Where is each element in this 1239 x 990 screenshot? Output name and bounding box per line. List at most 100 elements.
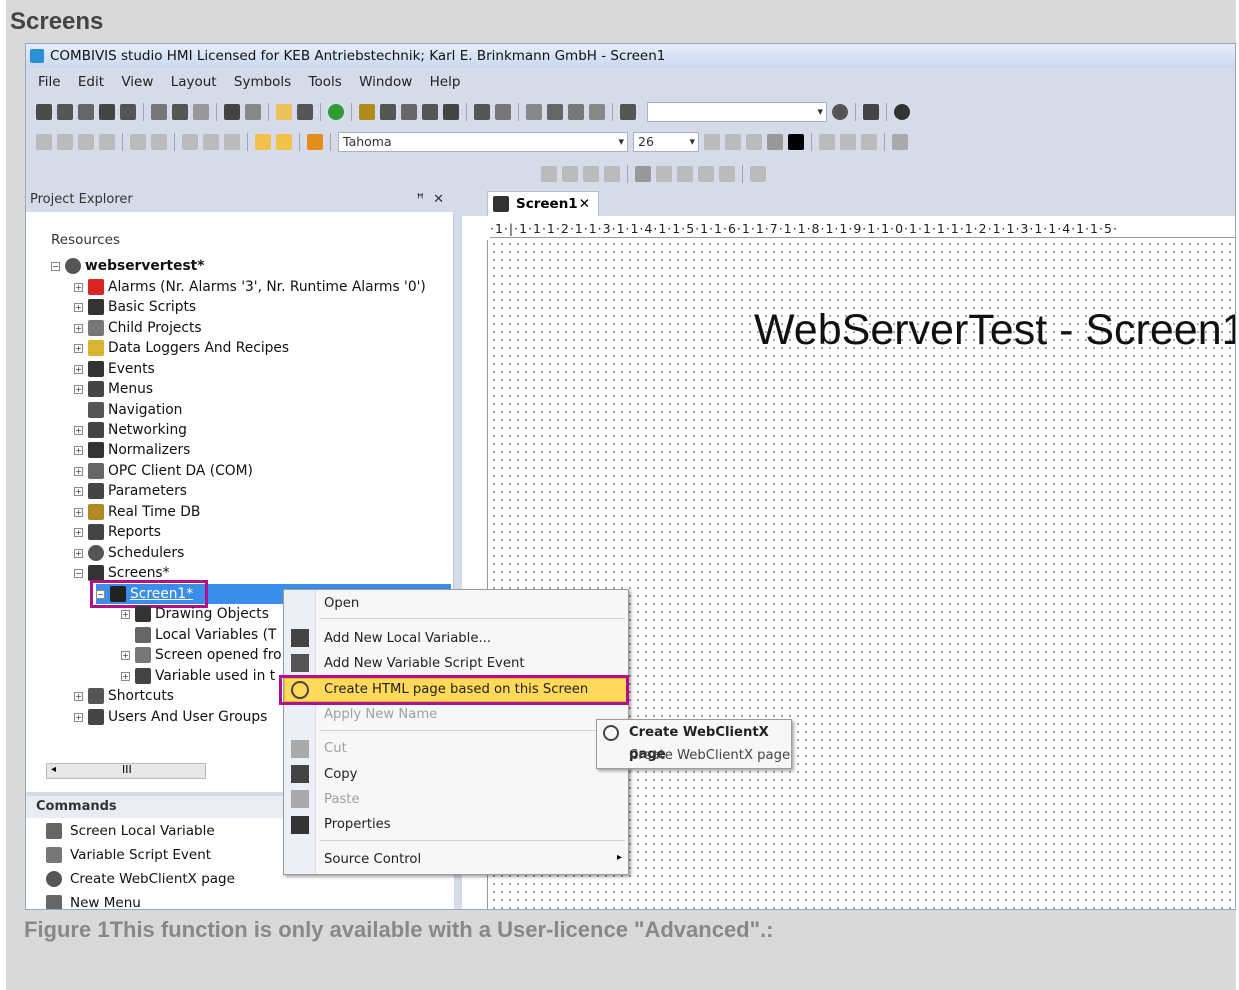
tree-item-schedulers[interactable]: + Schedulers xyxy=(74,543,184,563)
new-icon[interactable] xyxy=(36,104,52,120)
search-combo[interactable] xyxy=(647,102,827,122)
tree-item-navigation[interactable]: Navigation xyxy=(88,400,182,420)
help-icon[interactable] xyxy=(894,104,910,120)
tree-item-menus[interactable]: + Menus xyxy=(74,379,153,399)
expand-icon[interactable]: + xyxy=(74,323,83,333)
tree-item-child-projects[interactable]: + Child Projects xyxy=(74,318,202,338)
expand-icon[interactable]: + xyxy=(121,609,130,619)
text-align-left-icon[interactable] xyxy=(819,134,835,150)
settings-icon[interactable] xyxy=(359,104,375,120)
menu-item-copy[interactable]: Copy xyxy=(324,764,357,786)
align-center-icon[interactable] xyxy=(57,134,73,150)
menu-layout[interactable]: Layout xyxy=(171,74,217,90)
cmd-variable-script-event[interactable]: Variable Script Event xyxy=(46,844,211,866)
border-icon[interactable] xyxy=(307,134,323,150)
menu-help[interactable]: Help xyxy=(430,74,461,90)
font-name-combo[interactable]: Tahoma xyxy=(338,132,628,152)
text-style-icon[interactable] xyxy=(892,134,908,150)
tree-item-local-variables[interactable]: Local Variables (T xyxy=(135,625,276,645)
tree-item-parameters[interactable]: + Parameters xyxy=(74,481,187,501)
fill-color-icon[interactable] xyxy=(788,134,804,150)
tree-item-data-loggers[interactable]: + Data Loggers And Recipes xyxy=(74,338,289,358)
menu-item-open[interactable]: Open xyxy=(324,593,359,615)
close-icon[interactable]: ✕ xyxy=(433,188,444,212)
align-top-icon[interactable] xyxy=(99,134,115,150)
tree-item-basic-scripts[interactable]: + Basic Scripts xyxy=(74,297,196,317)
collapse-icon[interactable]: − xyxy=(74,568,83,578)
expand-icon[interactable]: + xyxy=(74,507,83,517)
layer-icon-3[interactable] xyxy=(719,166,735,182)
send-backward-icon[interactable] xyxy=(583,166,599,182)
scroll-thumb-grip[interactable]: III xyxy=(122,763,132,776)
tree-item-real-time-db[interactable]: + Real Time DB xyxy=(74,502,200,522)
text-align-center-icon[interactable] xyxy=(840,134,856,150)
font-size-combo[interactable]: 26 xyxy=(633,132,699,152)
expand-icon[interactable]: + xyxy=(74,691,83,701)
text-align-right-icon[interactable] xyxy=(861,134,877,150)
snap-icon[interactable] xyxy=(276,134,292,150)
expand-icon[interactable]: + xyxy=(121,671,130,681)
menu-file[interactable]: File xyxy=(38,74,61,90)
pin-icon[interactable]: ꟸ xyxy=(417,188,425,212)
close-tab-icon[interactable]: ✕ xyxy=(579,192,590,216)
italic-icon[interactable] xyxy=(725,134,741,150)
expand-icon[interactable]: + xyxy=(74,282,83,292)
tree-root[interactable]: − webservertest* xyxy=(51,256,204,276)
expand-icon[interactable]: + xyxy=(74,712,83,722)
distribute-v-icon[interactable] xyxy=(151,134,167,150)
expand-icon[interactable]: + xyxy=(74,302,83,312)
tool-icon-5[interactable] xyxy=(474,104,490,120)
tool-icon-10[interactable] xyxy=(589,104,605,120)
cmd-new-menu[interactable]: New Menu xyxy=(46,892,141,909)
align-right-icon[interactable] xyxy=(78,134,94,150)
group-icon[interactable] xyxy=(635,166,651,182)
layer-icon-2[interactable] xyxy=(698,166,714,182)
tool-icon-11[interactable] xyxy=(620,104,636,120)
layer-icon-4[interactable] xyxy=(750,166,766,182)
align-left-icon[interactable] xyxy=(36,134,52,150)
tool-icon-2[interactable] xyxy=(401,104,417,120)
expand-icon[interactable]: + xyxy=(74,466,83,476)
tool-icon-8[interactable] xyxy=(547,104,563,120)
menu-edit[interactable]: Edit xyxy=(78,74,104,90)
print-icon[interactable] xyxy=(863,104,879,120)
redo-icon[interactable] xyxy=(245,104,261,120)
open-icon[interactable] xyxy=(57,104,73,120)
menu-item-properties[interactable]: Properties xyxy=(324,814,391,836)
menu-item-cut[interactable]: Cut xyxy=(324,738,347,760)
tree-item-alarms[interactable]: + Alarms (Nr. Alarms '3', Nr. Runtime Al… xyxy=(74,277,426,297)
undo-icon[interactable] xyxy=(224,104,240,120)
tool-icon-3[interactable] xyxy=(422,104,438,120)
expand-icon[interactable]: + xyxy=(121,650,130,660)
tool-icon-1[interactable] xyxy=(380,104,396,120)
tree-item-reports[interactable]: + Reports xyxy=(74,522,161,542)
grid-icon[interactable] xyxy=(255,134,271,150)
menu-item-paste[interactable]: Paste xyxy=(324,789,360,811)
menu-item-source-control[interactable]: Source Control xyxy=(324,849,421,871)
cmd-create-webclientx[interactable]: Create WebClientX page xyxy=(46,868,235,890)
expand-icon[interactable]: + xyxy=(74,364,83,374)
layer-icon-1[interactable] xyxy=(677,166,693,182)
tab-screen1[interactable]: Screen1 ✕ xyxy=(487,191,599,216)
tree-item-drawing-objects[interactable]: + Drawing Objects xyxy=(121,604,269,624)
tool-icon-4[interactable] xyxy=(443,104,459,120)
tree-item-variable-used[interactable]: + Variable used in t xyxy=(121,666,275,686)
canvas-text-object[interactable]: WebServerTest - Screen1 xyxy=(754,306,1235,355)
tool-icon-9[interactable] xyxy=(568,104,584,120)
font-color-icon[interactable] xyxy=(767,134,783,150)
expand-icon[interactable]: + xyxy=(74,486,83,496)
tree-item-normalizers[interactable]: + Normalizers xyxy=(74,440,190,460)
expand-icon[interactable]: + xyxy=(74,445,83,455)
menu-tools[interactable]: Tools xyxy=(309,74,342,90)
bring-forward-icon[interactable] xyxy=(562,166,578,182)
expand-icon[interactable]: + xyxy=(74,384,83,394)
tree-item-opc-client[interactable]: + OPC Client DA (COM) xyxy=(74,461,253,481)
menu-symbols[interactable]: Symbols xyxy=(234,74,291,90)
tree-item-shortcuts[interactable]: + Shortcuts xyxy=(74,686,174,706)
same-width-icon[interactable] xyxy=(182,134,198,150)
expand-icon[interactable]: + xyxy=(74,527,83,537)
tool-icon-6[interactable] xyxy=(495,104,511,120)
expand-icon[interactable]: + xyxy=(74,343,83,353)
same-height-icon[interactable] xyxy=(203,134,219,150)
ungroup-icon[interactable] xyxy=(656,166,672,182)
